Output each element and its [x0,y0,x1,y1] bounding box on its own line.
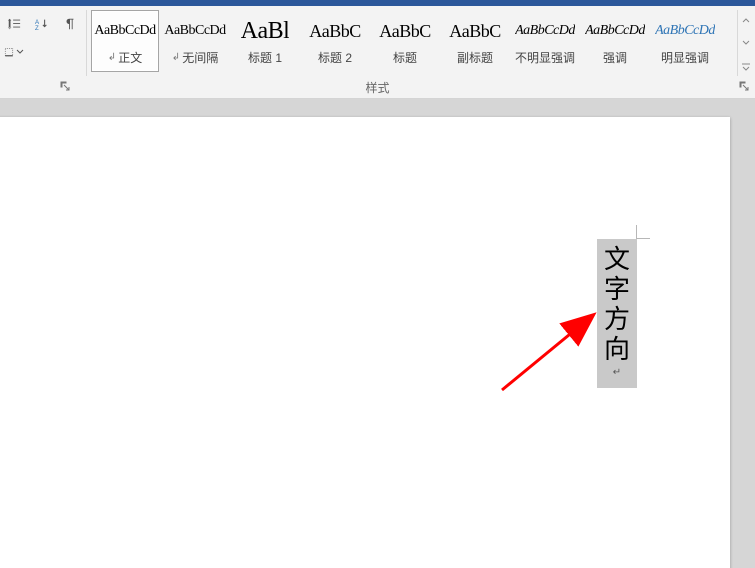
style-label: 不明显强调 [515,49,575,66]
style-label-text: 标题 2 [318,49,352,66]
margin-corner-mark [636,215,660,239]
styles-scroll [737,10,753,76]
vertical-char-2: 方 [604,305,630,335]
style-item-6[interactable]: AaBbCcDd 不明显强调 [511,10,579,72]
sort-button[interactable]: AZ [32,14,52,34]
style-label-text: 副标题 [457,49,493,66]
paragraph-mark-icon: ↲ [172,52,180,63]
chevron-down-icon [16,45,24,59]
style-label-text: 不明显强调 [515,49,575,66]
style-preview: AaBbCcDd [515,15,575,47]
annotation-arrow [500,302,610,392]
style-label: 副标题 [457,49,493,66]
svg-text:Z: Z [35,25,39,31]
vertical-char-3: 向 [604,335,630,365]
style-item-7[interactable]: AaBbCcDd 强调 [581,10,649,72]
vertical-char-0: 文 [604,245,630,275]
style-label-text: 强调 [603,49,627,66]
vertical-text-selection[interactable]: 文字方向 ↵ [597,239,637,388]
style-label-text: 标题 [393,49,417,66]
style-item-5[interactable]: AaBbC 副标题 [441,10,509,72]
vertical-char-1: 字 [604,275,630,305]
borders-button[interactable] [4,42,24,62]
style-preview: AaBbCcDd [655,15,715,47]
styles-group-label: 样式 [0,79,755,96]
ribbon: AZ AaBbCcDd↲正文AaBbCcDd↲无间隔AaBl标题 1AaBbC标… [0,6,755,99]
paragraph-group: AZ [2,10,87,76]
style-label: 明显强调 [661,49,709,66]
paragraph-mark-icon: ↲ [108,52,116,63]
style-preview: AaBbC [449,15,501,47]
style-label-text: 无间隔 [182,49,218,66]
ribbon-group-label-row: 样式 [0,76,755,98]
styles-expand[interactable] [738,56,753,76]
style-preview: AaBbCcDd [585,15,645,47]
style-label-text: 明显强调 [661,49,709,66]
style-label: 标题 1 [248,49,282,66]
style-item-8[interactable]: AaBbCcDd 明显强调 [651,10,719,72]
style-label: ↲无间隔 [172,49,218,66]
style-item-3[interactable]: AaBbC 标题 2 [301,10,369,72]
show-marks-button[interactable] [60,14,80,34]
styles-gallery: AaBbCcDd↲正文AaBbCcDd↲无间隔AaBl标题 1AaBbC标题 2… [91,10,735,76]
style-preview: AaBbCcDd [164,15,225,47]
line-spacing-button[interactable] [4,14,24,34]
style-preview: AaBbCcDd [94,15,155,47]
document-workspace: 文字方向 ↵ [0,99,755,568]
style-label: ↲正文 [108,49,142,66]
style-item-1[interactable]: AaBbCcDd ↲无间隔 [161,10,229,72]
style-label: 强调 [603,49,627,66]
document-page[interactable]: 文字方向 ↵ [0,117,730,568]
styles-scroll-up[interactable] [738,10,753,30]
styles-scroll-down[interactable] [738,33,753,53]
styles-dialog-launcher[interactable] [737,79,751,93]
style-label-text: 正文 [118,49,142,66]
style-item-2[interactable]: AaBl 标题 1 [231,10,299,72]
style-label: 标题 2 [318,49,352,66]
paragraph-end-mark: ↵ [613,367,621,378]
style-item-4[interactable]: AaBbC 标题 [371,10,439,72]
style-preview: AaBbC [379,15,431,47]
ribbon-content-row: AZ AaBbCcDd↲正文AaBbCcDd↲无间隔AaBl标题 1AaBbC标… [0,6,755,76]
style-preview: AaBbC [309,15,361,47]
style-item-0[interactable]: AaBbCcDd ↲正文 [91,10,159,72]
paragraph-dialog-launcher[interactable] [58,79,72,93]
style-preview: AaBl [241,15,290,47]
style-label: 标题 [393,49,417,66]
style-label-text: 标题 1 [248,49,282,66]
